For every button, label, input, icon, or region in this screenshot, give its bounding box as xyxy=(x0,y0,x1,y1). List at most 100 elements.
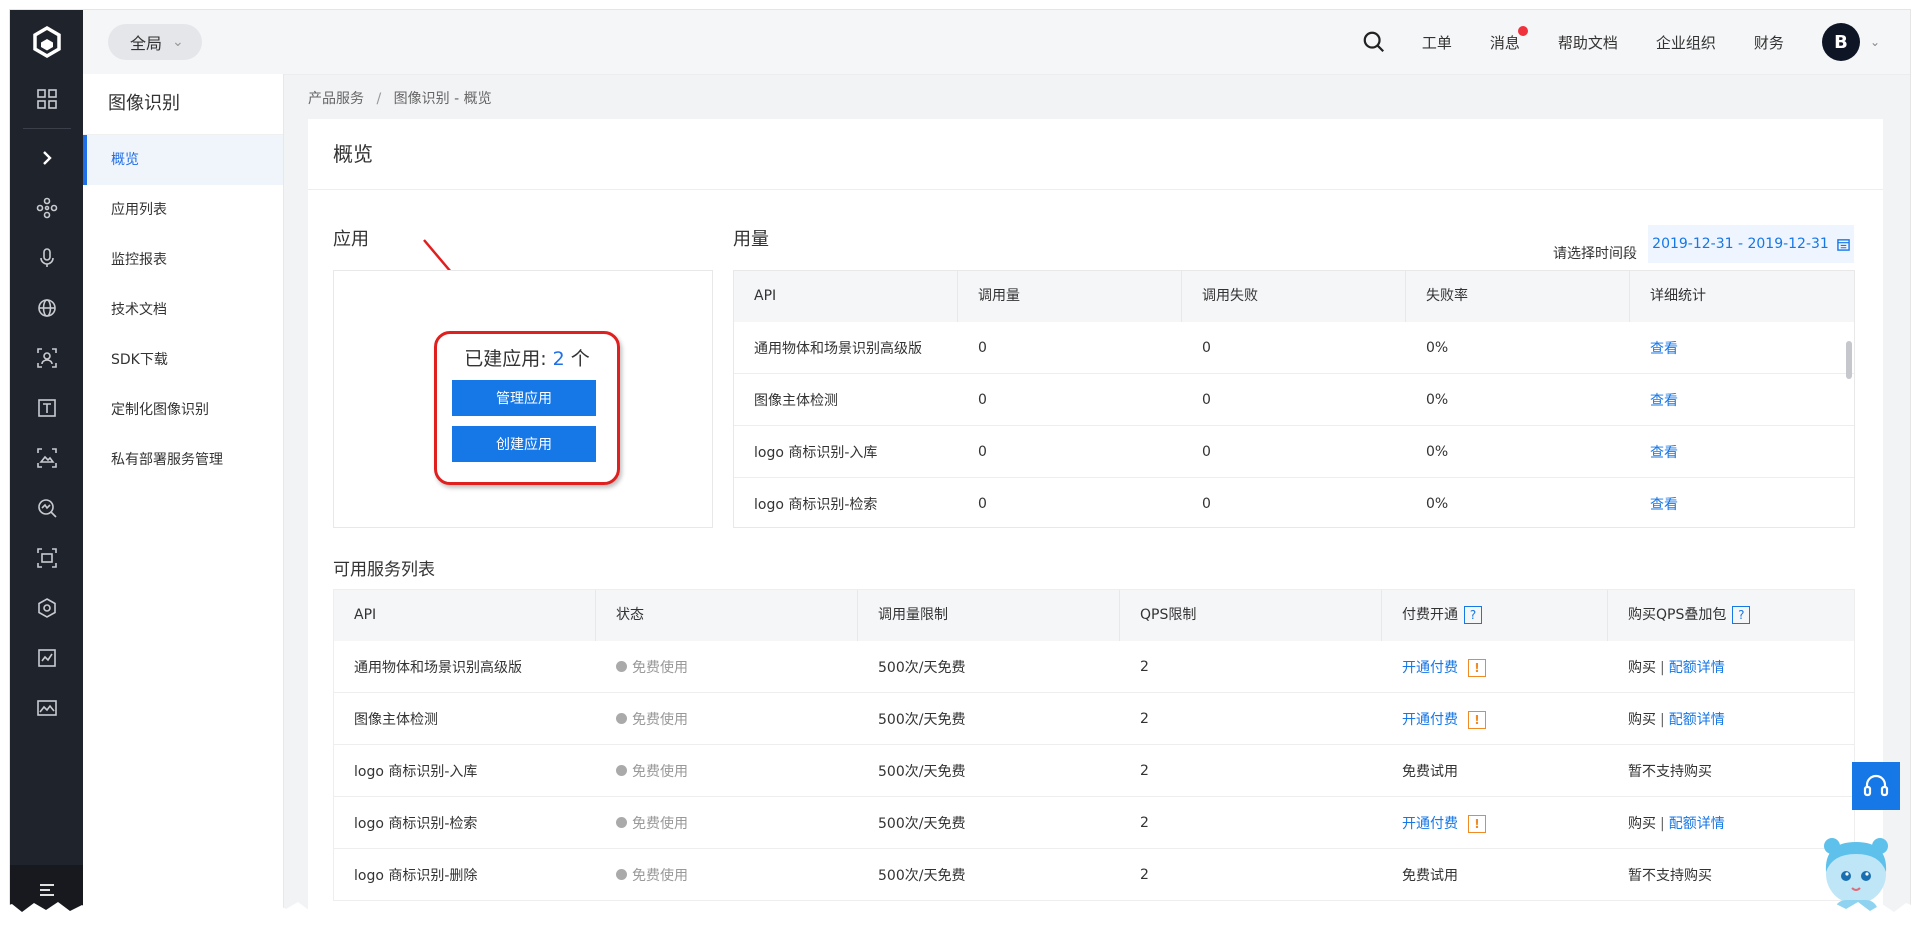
page-title: 概览 xyxy=(308,119,1883,190)
quota-details-link[interactable]: 配额详情 xyxy=(1669,712,1725,728)
microphone-icon[interactable] xyxy=(10,233,83,283)
view-details-link[interactable]: 查看 xyxy=(1650,393,1678,409)
nav-finance[interactable]: 财务 xyxy=(1754,32,1784,53)
landscape-icon[interactable] xyxy=(10,683,83,733)
buy-link[interactable]: 购买 xyxy=(1628,712,1656,728)
breadcrumb: 产品服务 / 图像识别 - 概览 xyxy=(308,88,492,108)
globe-icon[interactable] xyxy=(10,283,83,333)
enable-payment-link[interactable]: 开通付费 xyxy=(1402,660,1458,676)
enable-payment-link[interactable]: 开通付费 xyxy=(1402,712,1458,728)
sidebar-item-app-list[interactable]: 应用列表 xyxy=(83,185,283,235)
chevron-down-icon: ⌄ xyxy=(172,34,184,50)
image-scan-icon[interactable] xyxy=(10,433,83,483)
sidebar-item-sdk-download[interactable]: SDK下载 xyxy=(83,335,283,385)
sidebar-item-monitoring[interactable]: 监控报表 xyxy=(83,235,283,285)
rail-divider xyxy=(22,128,71,129)
table-row: 图像主体检测 免费使用 500次/天免费 2 开通付费! 购买 | 配额详情 xyxy=(334,693,1854,745)
table-row: logo 商标识别-入库 免费使用 500次/天免费 2 免费试用 暂不支持购买 xyxy=(334,745,1854,797)
search-icon[interactable] xyxy=(1362,29,1388,55)
create-app-button[interactable]: 创建应用 xyxy=(452,426,596,462)
column-header: API xyxy=(734,271,958,322)
column-header: 调用量限制 xyxy=(858,590,1120,641)
sidebar-item-tech-docs[interactable]: 技术文档 xyxy=(83,285,283,335)
text-recognition-icon[interactable] xyxy=(10,383,83,433)
apps-section-title: 应用 xyxy=(333,229,369,250)
left-rail xyxy=(10,10,83,915)
service-limit: 500次/天免费 xyxy=(878,815,966,832)
service-status: 免费使用 xyxy=(596,865,858,885)
headset-icon[interactable] xyxy=(1852,762,1900,810)
hexagon-icon[interactable] xyxy=(10,583,83,633)
photo-scan-icon[interactable] xyxy=(10,533,83,583)
service-buy-cell: 购买 | 配额详情 xyxy=(1608,709,1854,729)
view-details-link[interactable]: 查看 xyxy=(1650,341,1678,357)
table-scrollbar[interactable] xyxy=(1846,341,1852,379)
app-count: 已建应用: 2 个 xyxy=(437,344,617,371)
chevron-down-icon[interactable]: ⌄ xyxy=(1870,35,1880,49)
nav-help-docs[interactable]: 帮助文档 xyxy=(1558,32,1618,53)
column-header: 调用量 xyxy=(958,271,1182,322)
sidebar-item-custom-recognition[interactable]: 定制化图像识别 xyxy=(83,385,283,435)
date-range-label: 请选择时间段 xyxy=(1553,246,1637,262)
app-count-value[interactable]: 2 xyxy=(553,348,565,370)
analysis-icon[interactable] xyxy=(10,483,83,533)
help-icon[interactable]: ? xyxy=(1732,606,1751,624)
buy-link[interactable]: 购买 xyxy=(1628,660,1656,676)
avatar[interactable]: B xyxy=(1821,23,1860,61)
sidebar-title: 图像识别 xyxy=(83,74,283,135)
column-header-label: 付费开通 xyxy=(1402,607,1458,623)
sidebar-item-private-deploy[interactable]: 私有部署服务管理 xyxy=(83,435,283,485)
column-header-label: 购买QPS叠加包 xyxy=(1628,607,1727,623)
cube-logo-icon xyxy=(32,25,61,59)
breadcrumb-root[interactable]: 产品服务 xyxy=(308,91,364,107)
status-dot-icon xyxy=(616,817,627,828)
chart-card-icon[interactable] xyxy=(10,633,83,683)
date-range-picker[interactable]: 2019-12-31 - 2019-12-31 xyxy=(1648,225,1854,263)
quota-details-link[interactable]: 配额详情 xyxy=(1669,660,1725,676)
status-dot-icon xyxy=(616,713,627,724)
usage-api: logo 商标识别-入库 xyxy=(754,444,878,461)
scope-selector[interactable]: 全局 ⌄ xyxy=(108,24,202,60)
usage-section-title: 用量 xyxy=(733,229,769,250)
service-qps: 2 xyxy=(1140,762,1149,779)
grid-icon[interactable] xyxy=(10,74,83,124)
service-pay-cell: 开通付费! xyxy=(1382,709,1608,729)
breadcrumb-current: 图像识别 - 概览 xyxy=(393,91,492,107)
column-header-paid: 付费开通? xyxy=(1382,590,1608,641)
quota-details-link[interactable]: 配额详情 xyxy=(1669,816,1725,832)
service-buy-cell: 购买 | 配额详情 xyxy=(1608,813,1854,833)
service-pay-cell: 开通付费! xyxy=(1382,813,1608,833)
status-dot-icon xyxy=(616,869,627,880)
view-details-link[interactable]: 查看 xyxy=(1650,497,1678,513)
nav-messages-label: 消息 xyxy=(1489,33,1520,52)
top-nav: 工单 消息 帮助文档 企业组织 财务 B ⌄ xyxy=(1362,23,1880,61)
table-header: API 状态 调用量限制 QPS限制 付费开通? 购买QPS叠加包? xyxy=(334,590,1854,641)
column-header: 详细统计 xyxy=(1650,288,1706,304)
nodes-icon[interactable] xyxy=(10,183,83,233)
manage-apps-button[interactable]: 管理应用 xyxy=(452,380,596,416)
help-icon[interactable]: ? xyxy=(1464,606,1482,624)
face-scan-icon[interactable] xyxy=(10,333,83,383)
nav-messages[interactable]: 消息 xyxy=(1489,25,1528,53)
warning-icon[interactable]: ! xyxy=(1468,658,1486,677)
scope-label: 全局 xyxy=(130,34,163,53)
expand-chevron-icon[interactable] xyxy=(10,133,83,183)
table-row: 通用物体和场景识别高级版 0 0 0% 查看 xyxy=(734,322,1854,374)
service-status: 免费使用 xyxy=(596,657,858,677)
warning-icon[interactable]: ! xyxy=(1468,710,1486,729)
usage-calls: 0 xyxy=(978,495,987,512)
column-header-qps-pack: 购买QPS叠加包? xyxy=(1608,590,1854,641)
buy-link[interactable]: 购买 xyxy=(1628,816,1656,832)
sidebar-item-overview[interactable]: 概览 xyxy=(83,135,283,185)
brand-logo[interactable] xyxy=(10,10,83,74)
service-status-label: 免费使用 xyxy=(632,659,688,676)
top-bar: 全局 ⌄ 工单 消息 帮助文档 企业组织 财务 B ⌄ xyxy=(83,10,1910,75)
usage-fails: 0 xyxy=(1202,495,1211,512)
warning-icon[interactable]: ! xyxy=(1468,814,1486,833)
service-limit: 500次/天免费 xyxy=(878,659,966,676)
enable-payment-link[interactable]: 开通付费 xyxy=(1402,816,1458,832)
nav-organization[interactable]: 企业组织 xyxy=(1656,32,1716,53)
view-details-link[interactable]: 查看 xyxy=(1650,445,1678,461)
nav-tickets[interactable]: 工单 xyxy=(1422,32,1452,53)
column-header: 调用失败 xyxy=(1182,271,1406,322)
